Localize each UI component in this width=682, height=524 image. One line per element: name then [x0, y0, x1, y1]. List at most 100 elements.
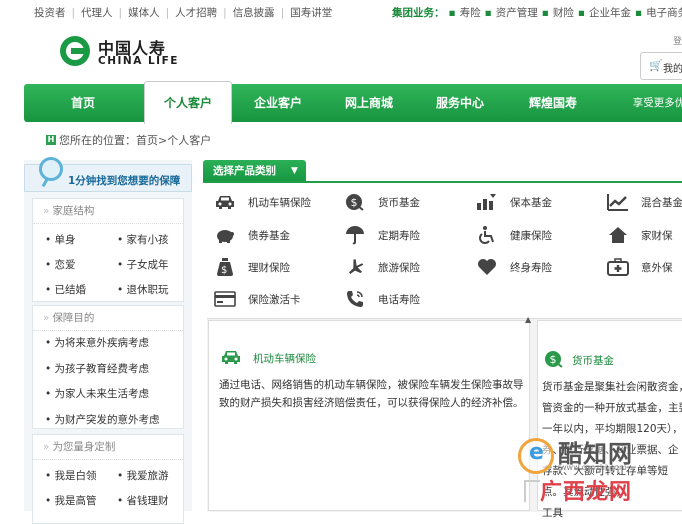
link-enterprise-annuity[interactable]: 企业年金 — [589, 5, 631, 20]
nav-glorious-chinalife[interactable]: 辉煌国寿 — [508, 84, 598, 122]
nav-personal-customers[interactable]: 个人客户 — [144, 81, 232, 124]
product-health-insurance[interactable]: 健康保险 — [476, 222, 552, 248]
protection-purpose-box: » 保障目的 • 为将来意外疾病考虑 • 为孩子教育经费考虑 • 为家人未来生活考… — [32, 305, 184, 429]
protection-purpose-title: 保障目的 — [52, 312, 95, 324]
login-link-fragment[interactable]: 登 — [673, 34, 682, 47]
magnifier-icon — [39, 157, 63, 181]
card-icon — [214, 288, 236, 310]
purpose-option-family-future[interactable]: • 为家人未来生活考虑 — [33, 382, 183, 408]
family-option-dating[interactable]: • 恋爱 — [45, 253, 117, 278]
cart-label: 我的 — [663, 64, 682, 75]
watermark-logo-icon — [518, 438, 554, 474]
money-bag-icon: $ — [544, 349, 564, 372]
link-property-insurance[interactable]: 财险 — [553, 5, 574, 20]
car-icon — [214, 191, 236, 213]
product-money-fund[interactable]: $ 货币基金 — [344, 189, 420, 215]
family-option-retired[interactable]: • 退休职玩 — [117, 278, 189, 303]
category-divider — [203, 181, 682, 183]
logo-mark-icon — [60, 36, 90, 66]
link-disclosure[interactable]: 信息披露 — [233, 5, 275, 20]
product-term-life[interactable]: 定期寿险 — [344, 222, 420, 248]
caret-up-icon: ▲ — [525, 315, 532, 324]
money-bag-icon: $ — [344, 191, 366, 213]
product-bond-fund[interactable]: 债券基金 — [214, 222, 290, 248]
product-wealth-insurance[interactable]: $ 理财保险 — [214, 254, 290, 280]
product-vehicle-insurance[interactable]: 机动车辆保险 — [214, 189, 311, 215]
purpose-option-accident[interactable]: • 为将来意外疾病考虑 — [33, 331, 183, 357]
product-home-property[interactable]: 家财保 — [607, 222, 673, 248]
detail-card-title[interactable]: 机动车辆保险 — [253, 351, 316, 366]
phone-icon — [344, 288, 366, 310]
product-activation-card[interactable]: 保险激活卡 — [214, 286, 301, 312]
breadcrumb-current: 个人客户 — [167, 134, 212, 147]
trend-icon — [607, 191, 629, 213]
family-structure-box: » 家庭结构 • 单身 • 家有小孩 • 恋爱 • 子女成年 • 已结婚 • 退休… — [32, 198, 184, 302]
nav-service-center[interactable]: 服务中心 — [412, 84, 508, 122]
group-business-links: 集团业务： ▪寿险 ▪资产管理 ▪财险 ▪企业年金 ▪电子商务 — [392, 5, 682, 20]
link-ecommerce[interactable]: 电子商务 — [646, 5, 682, 20]
purpose-option-education[interactable]: • 为孩子教育经费考虑 — [33, 357, 183, 383]
home-marker-icon: H — [46, 135, 56, 145]
my-cart-button[interactable]: 🛒 我的 — [640, 52, 682, 80]
product-whole-life[interactable]: 终身寿险 — [476, 254, 552, 280]
family-option-adult-children[interactable]: • 子女成年 — [117, 253, 189, 278]
family-option-single[interactable]: • 单身 — [45, 228, 117, 253]
detail-card-title[interactable]: 货币基金 — [572, 353, 614, 368]
breadcrumb: H 您所在的位置： 首页 > 个人客户 — [46, 132, 211, 148]
wheelchair-icon — [476, 224, 498, 246]
medkit-icon — [607, 256, 629, 278]
umbrella-icon — [344, 224, 366, 246]
custom-option-save-money[interactable]: • 省钱理财 — [117, 489, 189, 514]
breadcrumb-home[interactable]: 首页 — [136, 132, 158, 148]
custom-option-white-collar[interactable]: • 我是白领 — [45, 464, 117, 489]
svg-text:$: $ — [351, 196, 358, 209]
watermark-sub: 广西龙网 — [540, 480, 633, 505]
link-life-insurance[interactable]: 寿险 — [460, 5, 481, 20]
svg-text:$: $ — [221, 265, 227, 276]
link-asset-management[interactable]: 资产管理 — [496, 5, 538, 20]
product-travel-insurance[interactable]: 旅游保险 — [344, 254, 420, 280]
airplane-icon — [344, 256, 366, 278]
product-hybrid-fund[interactable]: 混合基金 — [607, 189, 682, 215]
link-careers[interactable]: 人才招聘 — [175, 5, 217, 20]
family-option-married[interactable]: • 已结婚 — [45, 278, 117, 303]
purpose-option-property[interactable]: • 为财产突发的意外考虑 — [33, 408, 183, 434]
double-chevron-icon: » — [43, 312, 50, 324]
chevron-down-icon: ▼ — [291, 166, 298, 176]
house-icon — [607, 224, 629, 246]
watermark: 酷知网 www.coozhi.com 广西龙网 — [508, 418, 682, 511]
china-life-logo[interactable]: 中国人寿 CHINA LIFE — [60, 32, 200, 72]
custom-option-travel[interactable]: • 我爱旅游 — [117, 464, 189, 489]
product-phone-life[interactable]: 电话寿险 — [344, 286, 420, 312]
product-finder-sidebar: 1分钟找到您想要的保障 » 家庭结构 • 单身 • 家有小孩 • 恋爱 • 子女成… — [24, 157, 192, 524]
nav-enterprise-customers[interactable]: 企业客户 — [230, 84, 326, 122]
family-structure-title: 家庭结构 — [52, 205, 95, 217]
nav-online-mall[interactable]: 网上商城 — [326, 84, 412, 122]
finder-title: 1分钟找到您想要的保障 — [68, 175, 181, 187]
heart-icon — [476, 256, 498, 278]
car-icon — [221, 349, 241, 368]
link-investor[interactable]: 投资者 — [34, 5, 66, 20]
group-business-label: 集团业务： — [392, 7, 445, 19]
family-option-kids[interactable]: • 家有小孩 — [117, 228, 189, 253]
logo-english: CHINA LIFE — [98, 55, 179, 67]
product-accident-insurance[interactable]: 意外保 — [607, 254, 673, 280]
product-category-tab[interactable]: 选择产品类别 ▼ — [203, 160, 306, 182]
custom-plan-title: 为您量身定制 — [52, 441, 116, 453]
audience-links: 投资者 | 代理人 | 媒体人 | 人才招聘 | 信息披露 | 国寿讲堂 — [34, 5, 333, 20]
detail-card-description: 通过电话、网络销售的机动车辆保险，被保险车辆发生保险事故导致的财产损失和损害经济… — [219, 379, 524, 409]
nav-more[interactable]: 享受更多优 — [624, 84, 682, 122]
bar-chart-icon — [476, 191, 498, 213]
finder-header: 1分钟找到您想要的保障 — [24, 157, 192, 192]
piggy-bank-icon — [214, 224, 236, 246]
link-agent[interactable]: 代理人 — [81, 5, 113, 20]
money-sack-icon: $ — [214, 256, 236, 278]
detail-card-vehicle-insurance[interactable]: ▲ 机动车辆保险 通过电话、网络销售的机动车辆保险，被保险车辆发生保险事故导致的… — [208, 315, 531, 511]
nav-home[interactable]: 首页 — [24, 84, 142, 122]
link-lecture[interactable]: 国寿讲堂 — [290, 5, 332, 20]
product-guaranteed-fund[interactable]: 保本基金 — [476, 189, 552, 215]
custom-option-executive[interactable]: • 我是高管 — [45, 489, 117, 514]
link-media[interactable]: 媒体人 — [128, 5, 160, 20]
double-chevron-icon: » — [43, 205, 50, 217]
main-nav: 首页 个人客户 企业客户 网上商城 服务中心 辉煌国寿 享受更多优 — [24, 81, 682, 124]
